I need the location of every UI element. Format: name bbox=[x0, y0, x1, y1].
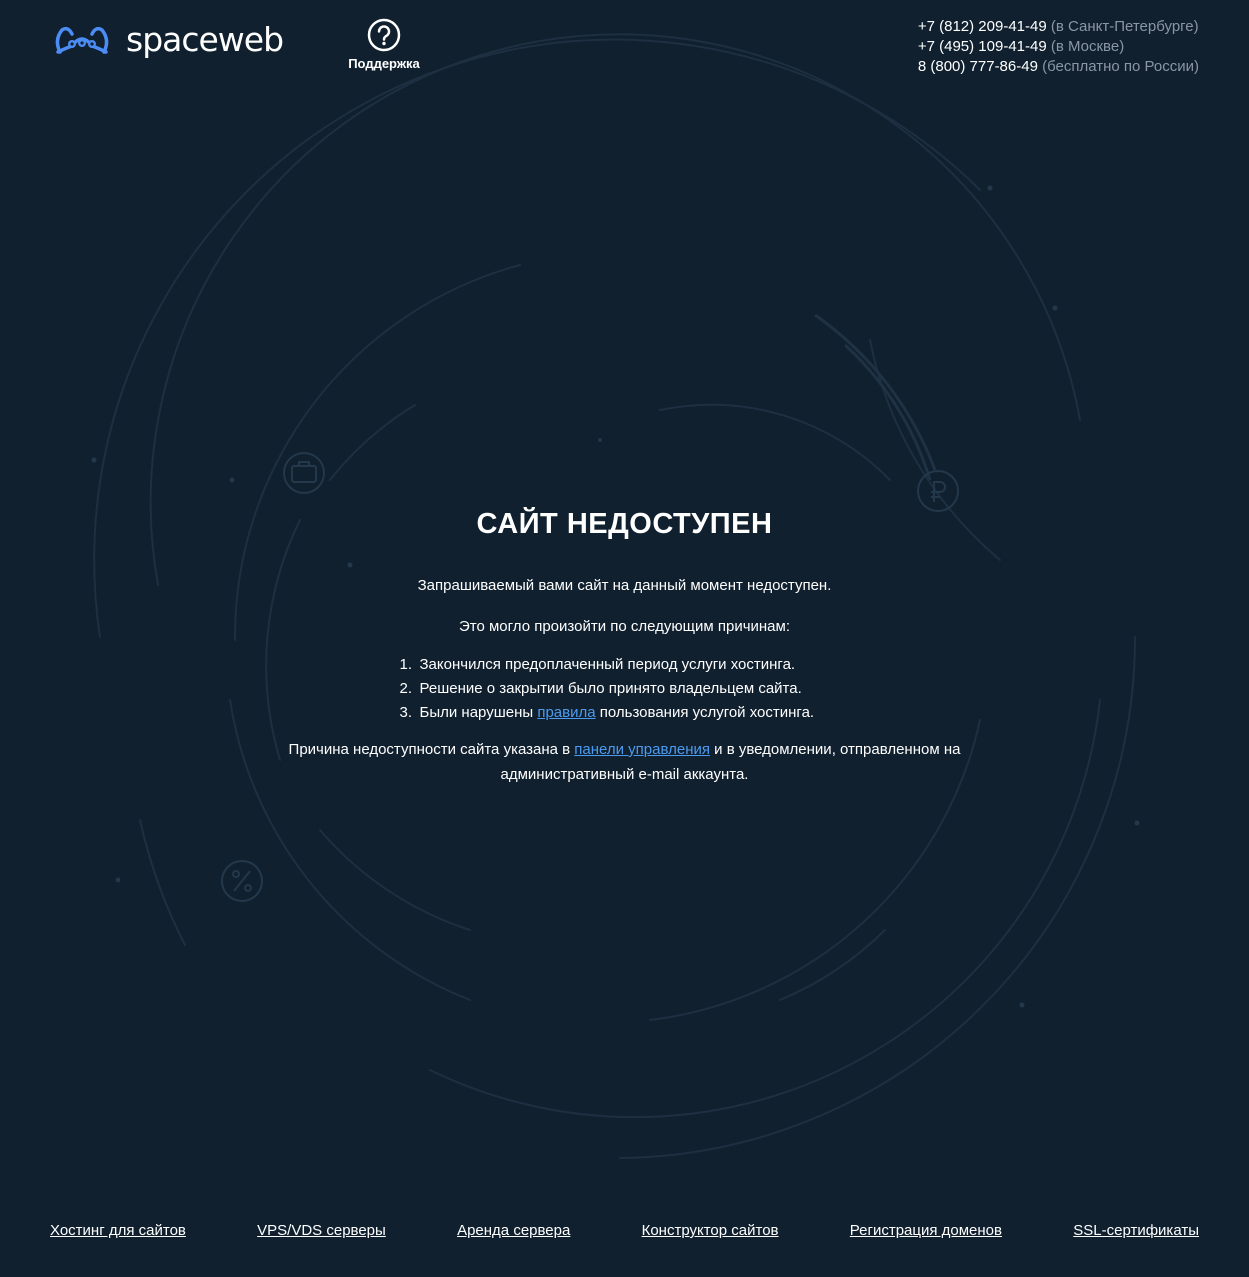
phone-number[interactable]: 8 (800) 777-86-49 bbox=[918, 58, 1038, 75]
phone-row-moscow: +7 (495) 109-41-49 (в Москве) bbox=[918, 37, 1199, 57]
footer-link-site-builder[interactable]: Конструктор сайтов bbox=[642, 1222, 779, 1239]
footer-link-vps[interactable]: VPS/VDS серверы bbox=[257, 1222, 386, 1239]
intro-text: Запрашиваемый вами сайт на данный момент… bbox=[417, 577, 832, 594]
footer-nav: Хостинг для сайтов VPS/VDS серверы Аренд… bbox=[50, 1222, 1199, 1239]
footer-link-domains[interactable]: Регистрация доменов bbox=[850, 1222, 1002, 1239]
reasons-list: 1. Закончился предоплаченный период услуг… bbox=[400, 653, 850, 725]
rules-link[interactable]: правила bbox=[537, 704, 595, 721]
phone-number[interactable]: +7 (812) 209-41-49 bbox=[918, 18, 1047, 35]
list-item: 2. Решение о закрытии было принято владел… bbox=[400, 677, 850, 701]
ruble-coin-icon bbox=[917, 470, 959, 512]
control-panel-link[interactable]: панели управления bbox=[574, 741, 710, 758]
percent-coin-icon bbox=[221, 860, 263, 902]
spaceweb-logo-link[interactable]: spaceweb bbox=[50, 20, 284, 59]
reason-location-text: Причина недоступности сайта указана в па… bbox=[265, 737, 985, 787]
reason-text: Были нарушены bbox=[419, 704, 538, 721]
phone-note: (бесплатно по России) bbox=[1037, 58, 1199, 75]
spaceweb-logo-icon bbox=[55, 26, 109, 54]
list-number: 2. bbox=[399, 680, 413, 697]
briefcase-icon bbox=[283, 452, 325, 494]
phone-number[interactable]: +7 (495) 109-41-49 bbox=[918, 38, 1047, 55]
reason-text: Решение о закрытии было принято владельц… bbox=[419, 680, 802, 697]
support-link[interactable]: Поддержка bbox=[344, 18, 424, 71]
reason-location-before: Причина недоступности сайта указана в bbox=[288, 741, 575, 758]
main-content: САЙТ НЕДОСТУПЕН Запрашиваемый вами сайт … bbox=[200, 508, 1049, 787]
footer-link-ssl[interactable]: SSL-сертификаты bbox=[1073, 1222, 1199, 1239]
header: spaceweb Поддержка +7 (812) 209-41-49 (в… bbox=[0, 0, 1249, 100]
support-label: Поддержка bbox=[348, 56, 420, 71]
page-title: САЙТ НЕДОСТУПЕН bbox=[476, 508, 773, 540]
list-item: 3. Были нарушены правила пользования услу… bbox=[400, 701, 850, 725]
phone-note: (в Москве) bbox=[1046, 38, 1125, 55]
phone-list: +7 (812) 209-41-49 (в Санкт-Петербурге) … bbox=[918, 17, 1199, 77]
reasons-intro-text: Это могло произойти по следующим причина… bbox=[459, 618, 790, 635]
phone-note: (в Санкт-Петербурге) bbox=[1046, 18, 1199, 35]
reason-text: Закончился предоплаченный период услуги … bbox=[419, 656, 796, 673]
list-number: 1. bbox=[399, 656, 413, 673]
logo-wordmark: spaceweb bbox=[126, 20, 284, 59]
footer-link-hosting[interactable]: Хостинг для сайтов bbox=[50, 1222, 186, 1239]
phone-row-russia: 8 (800) 777-86-49 (бесплатно по России) bbox=[918, 57, 1199, 77]
footer-link-dedicated-server[interactable]: Аренда сервера bbox=[457, 1222, 570, 1239]
phone-row-spb: +7 (812) 209-41-49 (в Санкт-Петербурге) bbox=[918, 17, 1199, 37]
list-number: 3. bbox=[399, 704, 413, 721]
reason-text: пользования услугой хостинга. bbox=[595, 704, 815, 721]
question-circle-icon bbox=[367, 18, 401, 52]
list-item: 1. Закончился предоплаченный период услуг… bbox=[400, 653, 850, 677]
